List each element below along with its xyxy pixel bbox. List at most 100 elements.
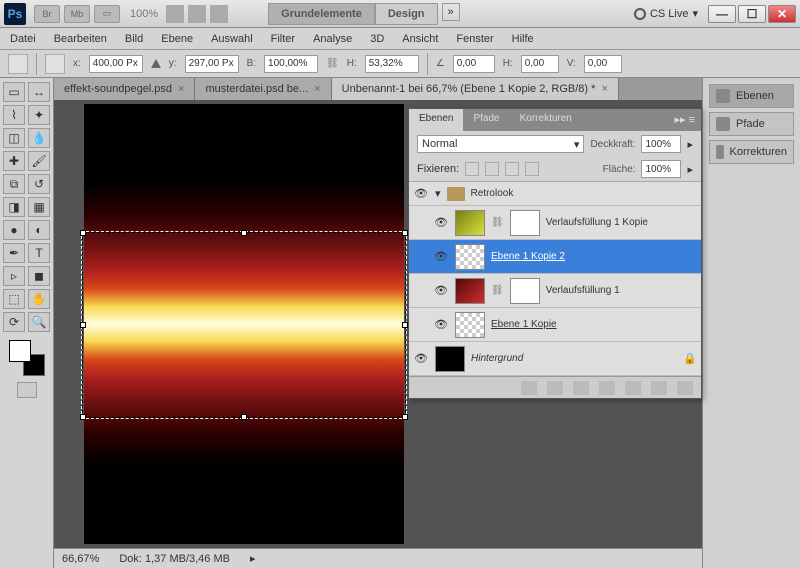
- side-korrekturen[interactable]: Korrekturen: [709, 140, 794, 164]
- status-zoom[interactable]: 66,67%: [62, 553, 99, 565]
- blur-tool[interactable]: ●: [3, 220, 25, 240]
- gradient-tool[interactable]: ▦: [28, 197, 50, 217]
- hand-tool[interactable]: ✋: [28, 289, 50, 309]
- lock-all-button[interactable]: [525, 162, 539, 176]
- brush-tool[interactable]: 🖌: [28, 151, 50, 171]
- fill-input[interactable]: 100%: [641, 160, 681, 178]
- x-input[interactable]: 400,00 Px: [89, 55, 143, 73]
- close-icon[interactable]: ×: [314, 83, 320, 95]
- 3d-tool[interactable]: ⬚: [3, 289, 25, 309]
- opacity-input[interactable]: 100%: [641, 135, 681, 153]
- eye-icon[interactable]: 👁: [433, 215, 449, 231]
- menu-bild[interactable]: Bild: [125, 33, 143, 45]
- layer-name[interactable]: Verlaufsfüllung 1: [546, 285, 620, 296]
- bridge-button[interactable]: Br: [34, 5, 60, 23]
- window-minimize-button[interactable]: —: [708, 5, 736, 23]
- tab-pfade[interactable]: Pfade: [463, 109, 509, 131]
- top-zoom[interactable]: 100%: [130, 8, 158, 20]
- lock-position-button[interactable]: [505, 162, 519, 176]
- guides-icon[interactable]: [210, 5, 228, 23]
- fill-arrow-icon[interactable]: ▸: [687, 163, 693, 176]
- window-maximize-button[interactable]: ☐: [738, 5, 766, 23]
- menu-analyse[interactable]: Analyse: [313, 33, 352, 45]
- new-layer-button[interactable]: [651, 381, 667, 395]
- doc-tab-0[interactable]: effekt-soundpegel.psd×: [54, 78, 195, 100]
- side-ebenen[interactable]: Ebenen: [709, 84, 794, 108]
- eye-icon[interactable]: 👁: [413, 351, 429, 367]
- side-pfade[interactable]: Pfade: [709, 112, 794, 136]
- shape-tool[interactable]: ◼: [28, 266, 50, 286]
- tool-preset-button[interactable]: [8, 54, 28, 74]
- menu-fenster[interactable]: Fenster: [456, 33, 493, 45]
- w-input[interactable]: 100,00%: [264, 55, 318, 73]
- quickmask-button[interactable]: [17, 382, 37, 398]
- menu-ansicht[interactable]: Ansicht: [402, 33, 438, 45]
- rotate-tool[interactable]: ⟳: [3, 312, 25, 332]
- healing-tool[interactable]: ✚: [3, 151, 25, 171]
- screen-mode-button[interactable]: ▭: [94, 5, 120, 23]
- menu-auswahl[interactable]: Auswahl: [211, 33, 253, 45]
- eyedropper-tool[interactable]: 💧: [28, 128, 50, 148]
- type-tool[interactable]: T: [28, 243, 50, 263]
- workspace-more-button[interactable]: »: [442, 3, 460, 21]
- panel-more-icon[interactable]: ▸▸ ≡: [668, 109, 701, 131]
- window-close-button[interactable]: ✕: [768, 5, 796, 23]
- group-button[interactable]: [625, 381, 641, 395]
- mask-button[interactable]: [573, 381, 589, 395]
- pen-tool[interactable]: ✒: [3, 243, 25, 263]
- tab-ebenen[interactable]: Ebenen: [409, 109, 463, 131]
- group-name[interactable]: Retrolook: [471, 188, 514, 199]
- layer-row[interactable]: 👁 Ebene 1 Kopie: [409, 308, 701, 342]
- layer-name[interactable]: Ebene 1 Kopie 2: [491, 251, 565, 262]
- fx-button[interactable]: [547, 381, 563, 395]
- menu-bearbeiten[interactable]: Bearbeiten: [54, 33, 107, 45]
- path-tool[interactable]: ▹: [3, 266, 25, 286]
- layer-thumb[interactable]: [455, 244, 485, 270]
- status-arrow-icon[interactable]: ▸: [250, 552, 256, 565]
- dodge-tool[interactable]: ◐: [28, 220, 50, 240]
- vskew-input[interactable]: 0,00: [584, 55, 622, 73]
- layer-name[interactable]: Hintergrund: [471, 353, 523, 364]
- lock-pixels-button[interactable]: [485, 162, 499, 176]
- blend-mode-select[interactable]: Normal▾: [417, 135, 584, 153]
- layer-row-selected[interactable]: 👁 Ebene 1 Kopie 2: [409, 240, 701, 274]
- menu-hilfe[interactable]: Hilfe: [512, 33, 534, 45]
- eye-icon[interactable]: 👁: [433, 317, 449, 333]
- doc-tab-1[interactable]: musterdatei.psd be...×: [195, 78, 331, 100]
- workspace-grundelemente[interactable]: Grundelemente: [268, 3, 375, 25]
- tab-korrekturen[interactable]: Korrekturen: [510, 109, 582, 131]
- zoom-tool[interactable]: 🔍: [28, 312, 50, 332]
- reference-point-button[interactable]: [45, 54, 65, 74]
- menu-3d[interactable]: 3D: [370, 33, 384, 45]
- layer-thumb[interactable]: [455, 278, 485, 304]
- delete-layer-button[interactable]: [677, 381, 693, 395]
- menu-filter[interactable]: Filter: [271, 33, 295, 45]
- wand-tool[interactable]: ✦: [28, 105, 50, 125]
- arrange-icon[interactable]: [188, 5, 206, 23]
- link-wh-icon[interactable]: ⛓: [326, 58, 339, 69]
- h-input[interactable]: 53,32%: [365, 55, 419, 73]
- menu-datei[interactable]: Datei: [10, 33, 36, 45]
- adjustment-button[interactable]: [599, 381, 615, 395]
- fg-swatch[interactable]: [9, 340, 31, 362]
- workspace-design[interactable]: Design: [375, 3, 438, 25]
- layer-name[interactable]: Verlaufsfüllung 1 Kopie: [546, 217, 648, 228]
- eye-icon[interactable]: 👁: [413, 186, 429, 202]
- extras-icon[interactable]: [166, 5, 184, 23]
- chevron-down-icon[interactable]: ▾: [435, 187, 441, 200]
- menu-ebene[interactable]: Ebene: [161, 33, 193, 45]
- mask-thumb[interactable]: [510, 210, 540, 236]
- hskew-input[interactable]: 0,00: [521, 55, 559, 73]
- layer-name[interactable]: Ebene 1 Kopie: [491, 319, 557, 330]
- layer-thumb[interactable]: [455, 210, 485, 236]
- doc-tab-2[interactable]: Unbenannt-1 bei 66,7% (Ebene 1 Kopie 2, …: [332, 78, 619, 100]
- move-tool[interactable]: ↔: [28, 82, 50, 102]
- lasso-tool[interactable]: ⌇: [3, 105, 25, 125]
- status-docsize[interactable]: Dok: 1,37 MB/3,46 MB: [119, 553, 230, 565]
- layer-bg[interactable]: 👁 Hintergrund 🔒: [409, 342, 701, 376]
- layer-group[interactable]: 👁 ▾ Retrolook: [409, 182, 701, 206]
- history-brush-tool[interactable]: ↺: [28, 174, 50, 194]
- opacity-arrow-icon[interactable]: ▸: [687, 138, 693, 151]
- close-icon[interactable]: ×: [178, 83, 184, 95]
- stamp-tool[interactable]: ⧉: [3, 174, 25, 194]
